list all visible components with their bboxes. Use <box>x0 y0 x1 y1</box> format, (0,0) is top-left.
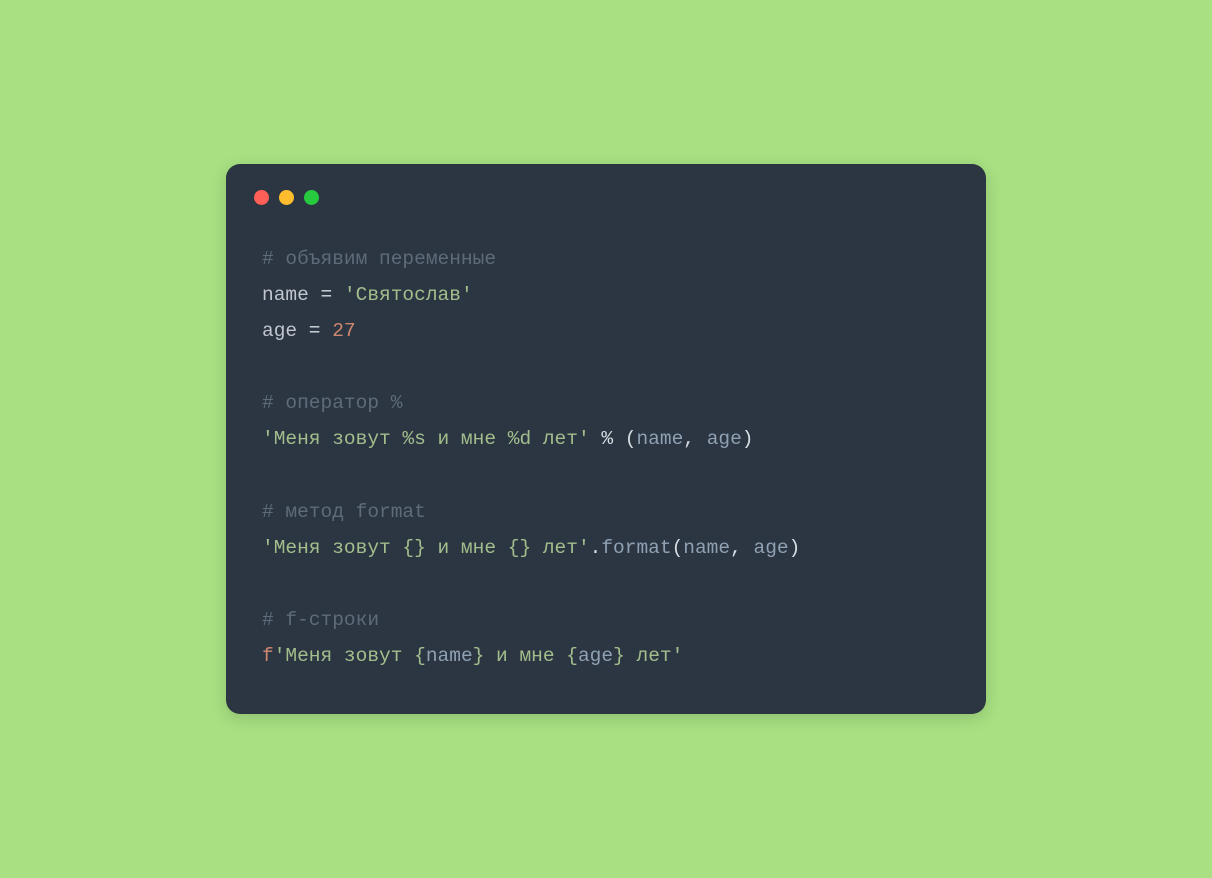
code-identifier: name <box>426 645 473 667</box>
code-punct: , <box>730 537 753 559</box>
code-identifier: age <box>707 428 742 450</box>
code-string-prefix: f <box>262 645 274 667</box>
code-string: 'Меня зовут <box>274 645 414 667</box>
close-icon[interactable] <box>254 190 269 205</box>
code-comment: # метод format <box>262 501 426 523</box>
code-brace: { <box>566 645 578 667</box>
code-block: # объявим переменные name = 'Святослав' … <box>262 241 950 674</box>
code-number: 27 <box>332 320 355 342</box>
code-punct: ) <box>742 428 754 450</box>
code-string: 'Святослав' <box>344 284 473 306</box>
code-variable: name <box>262 284 309 306</box>
code-punct: ) <box>789 537 801 559</box>
code-identifier: age <box>578 645 613 667</box>
code-punct: ( <box>672 537 684 559</box>
code-string: и мне <box>484 645 566 667</box>
code-brace: } <box>613 645 625 667</box>
code-operator: = <box>297 320 332 342</box>
code-string: лет' <box>625 645 684 667</box>
code-variable: age <box>262 320 297 342</box>
code-string: 'Меня зовут {} и мне {} лет' <box>262 537 590 559</box>
code-brace: { <box>414 645 426 667</box>
code-identifier: name <box>683 537 730 559</box>
minimize-icon[interactable] <box>279 190 294 205</box>
code-punct: , <box>683 428 706 450</box>
code-window: # объявим переменные name = 'Святослав' … <box>226 164 986 714</box>
code-function: format <box>601 537 671 559</box>
window-controls <box>254 190 950 205</box>
code-comment: # объявим переменные <box>262 248 496 270</box>
code-brace: } <box>473 645 485 667</box>
zoom-icon[interactable] <box>304 190 319 205</box>
code-string: 'Меня зовут %s и мне %d лет' <box>262 428 590 450</box>
code-operator: = <box>309 284 344 306</box>
code-identifier: name <box>636 428 683 450</box>
code-punct: . <box>590 537 602 559</box>
code-identifier: age <box>754 537 789 559</box>
code-comment: # f-строки <box>262 609 379 631</box>
code-comment: # оператор % <box>262 392 402 414</box>
code-operator: % ( <box>590 428 637 450</box>
